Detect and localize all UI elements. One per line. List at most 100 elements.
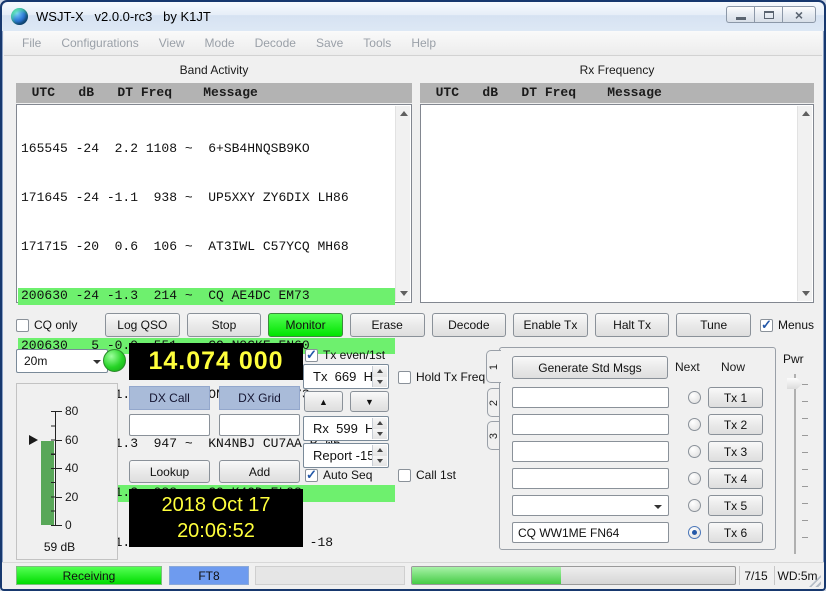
erase-button[interactable]: Erase bbox=[350, 313, 425, 337]
scroll-up-icon[interactable] bbox=[798, 106, 813, 121]
menu-item-configurations[interactable]: Configurations bbox=[51, 32, 148, 54]
menu-item-file[interactable]: File bbox=[12, 32, 51, 54]
generate-std-msgs-button[interactable]: Generate Std Msgs bbox=[512, 356, 668, 379]
table-row[interactable]: 171645 -24 -1.1 938 ~ UP5XXY ZY6DIX LH86 bbox=[18, 190, 395, 206]
tx-even-checkbox[interactable]: Tx even/1st bbox=[305, 348, 385, 362]
spinner-down-icon[interactable] bbox=[373, 429, 387, 440]
scroll-up-icon[interactable] bbox=[396, 106, 411, 121]
tx1-next-radio[interactable] bbox=[688, 391, 701, 404]
down-arrow-icon: ▼ bbox=[365, 397, 374, 407]
decode-counter: 7/15 bbox=[739, 566, 772, 585]
tx-freq-spinner[interactable]: Tx 669 Hz bbox=[303, 364, 389, 389]
menu-item-view[interactable]: View bbox=[149, 32, 195, 54]
call-1st-checkbox-box[interactable] bbox=[398, 469, 411, 482]
scroll-down-icon[interactable] bbox=[396, 286, 411, 301]
auto-seq-checkbox[interactable]: Auto Seq bbox=[305, 468, 372, 482]
rx-frequency-scrollbar[interactable] bbox=[797, 106, 812, 301]
utc-clock: 2018 Oct 17 20:06:52 bbox=[129, 489, 303, 547]
signal-meter: 80 60 40 20 0 59 dB bbox=[16, 383, 118, 560]
pwr-label: Pwr bbox=[783, 352, 804, 366]
dx-grid-input[interactable] bbox=[219, 414, 300, 436]
menu-item-mode[interactable]: Mode bbox=[195, 32, 245, 54]
tx4-now-button[interactable]: Tx 4 bbox=[708, 468, 763, 489]
hold-tx-freq-checkbox-box[interactable] bbox=[398, 371, 411, 384]
band-select[interactable]: 20m bbox=[16, 349, 108, 373]
tx1-message-field[interactable] bbox=[512, 387, 669, 408]
table-row[interactable]: 171715 -20 0.6 106 ~ AT3IWL C57YCQ MH68 bbox=[18, 239, 395, 255]
band-activity-list[interactable]: 165545 -24 2.2 1108 ~ 6+SB4HNQSB9KO 1716… bbox=[16, 104, 412, 303]
tx2-next-radio[interactable] bbox=[688, 418, 701, 431]
maximize-button[interactable] bbox=[754, 6, 782, 23]
menu-item-help[interactable]: Help bbox=[401, 32, 446, 54]
pwr-slider-ticks bbox=[802, 384, 808, 552]
spinner-up-icon[interactable] bbox=[373, 418, 387, 429]
pwr-slider-handle[interactable] bbox=[787, 378, 803, 389]
tx5-next-radio[interactable] bbox=[688, 499, 701, 512]
menus-checkbox-box[interactable] bbox=[760, 319, 773, 332]
spinner-up-icon[interactable] bbox=[373, 366, 387, 377]
menu-item-save[interactable]: Save bbox=[306, 32, 353, 54]
tx3-now-button[interactable]: Tx 3 bbox=[708, 441, 763, 462]
pwr-slider-track[interactable] bbox=[794, 374, 796, 554]
halt-tx-button[interactable]: Halt Tx bbox=[595, 313, 670, 337]
tx2-message-field[interactable] bbox=[512, 414, 669, 435]
spinner-up-icon[interactable] bbox=[373, 445, 387, 456]
spinner-buttons bbox=[372, 366, 387, 387]
tx5-message-combo[interactable] bbox=[512, 495, 669, 516]
dx-call-input[interactable] bbox=[129, 414, 210, 436]
tx3-next-radio[interactable] bbox=[688, 445, 701, 458]
close-icon: × bbox=[795, 8, 803, 22]
tune-button[interactable]: Tune bbox=[676, 313, 751, 337]
rx-frequency-list[interactable] bbox=[420, 104, 814, 303]
menus-checkbox[interactable]: Menus bbox=[760, 318, 814, 332]
hold-tx-freq-label: Hold Tx Freq bbox=[416, 370, 485, 384]
tab-1[interactable]: 1 bbox=[486, 350, 501, 383]
wsjtx-window: WSJT-X v2.0.0-rc3 by K1JT × File Configu… bbox=[0, 0, 826, 591]
report-spinner[interactable]: Report -15 bbox=[303, 443, 389, 468]
band-activity-scrollbar[interactable] bbox=[395, 106, 410, 301]
log-qso-button[interactable]: Log QSO bbox=[105, 313, 180, 337]
rx-freq-value: Rx 599 Hz bbox=[313, 421, 381, 436]
menu-item-decode[interactable]: Decode bbox=[245, 32, 306, 54]
freq-down-button[interactable]: ▼ bbox=[350, 391, 389, 412]
meter-tick bbox=[55, 497, 62, 498]
window-title: WSJT-X v2.0.0-rc3 by K1JT bbox=[36, 9, 211, 24]
spinner-down-icon[interactable] bbox=[373, 456, 387, 467]
freq-up-button[interactable]: ▲ bbox=[304, 391, 343, 412]
cq-only-checkbox[interactable]: CQ only bbox=[16, 318, 98, 332]
status-lamp bbox=[103, 349, 126, 372]
tx4-next-radio[interactable] bbox=[688, 472, 701, 485]
minimize-button[interactable] bbox=[726, 6, 754, 23]
spinner-down-icon[interactable] bbox=[373, 377, 387, 388]
tx1-now-button[interactable]: Tx 1 bbox=[708, 387, 763, 408]
auto-seq-checkbox-box[interactable] bbox=[305, 469, 318, 482]
dx-grid-label: DX Grid bbox=[219, 386, 300, 410]
close-button[interactable]: × bbox=[782, 6, 816, 23]
tx2-now-button[interactable]: Tx 2 bbox=[708, 414, 763, 435]
tx4-message-field[interactable] bbox=[512, 468, 669, 489]
stop-button[interactable]: Stop bbox=[187, 313, 262, 337]
minimize-icon bbox=[736, 17, 746, 20]
tx5-now-button[interactable]: Tx 5 bbox=[708, 495, 763, 516]
tx6-message-field[interactable] bbox=[512, 522, 669, 543]
enable-tx-button[interactable]: Enable Tx bbox=[513, 313, 588, 337]
maximize-icon bbox=[764, 11, 774, 19]
lookup-button[interactable]: Lookup bbox=[129, 460, 210, 483]
decode-button[interactable]: Decode bbox=[432, 313, 507, 337]
titlebar[interactable]: WSJT-X v2.0.0-rc3 by K1JT × bbox=[2, 2, 824, 31]
tx6-next-radio[interactable] bbox=[688, 526, 701, 539]
tx6-now-button[interactable]: Tx 6 bbox=[708, 522, 763, 543]
rx-freq-spinner[interactable]: Rx 599 Hz bbox=[303, 416, 389, 441]
call-1st-checkbox[interactable]: Call 1st bbox=[398, 468, 456, 482]
table-row[interactable]: 165545 -24 2.2 1108 ~ 6+SB4HNQSB9KO bbox=[18, 141, 395, 157]
tx3-message-field[interactable] bbox=[512, 441, 669, 462]
monitor-button[interactable]: Monitor bbox=[268, 313, 343, 337]
table-row[interactable]: 200630 -24 -1.3 214 ~ CQ AE4DC EM73 bbox=[18, 288, 395, 304]
cq-only-checkbox-box[interactable] bbox=[16, 319, 29, 332]
tx-even-checkbox-box[interactable] bbox=[305, 349, 318, 362]
scroll-down-icon[interactable] bbox=[798, 286, 813, 301]
add-button[interactable]: Add bbox=[219, 460, 300, 483]
meter-tick bbox=[55, 525, 62, 526]
menu-item-tools[interactable]: Tools bbox=[353, 32, 401, 54]
hold-tx-freq-checkbox[interactable]: Hold Tx Freq bbox=[398, 370, 485, 384]
